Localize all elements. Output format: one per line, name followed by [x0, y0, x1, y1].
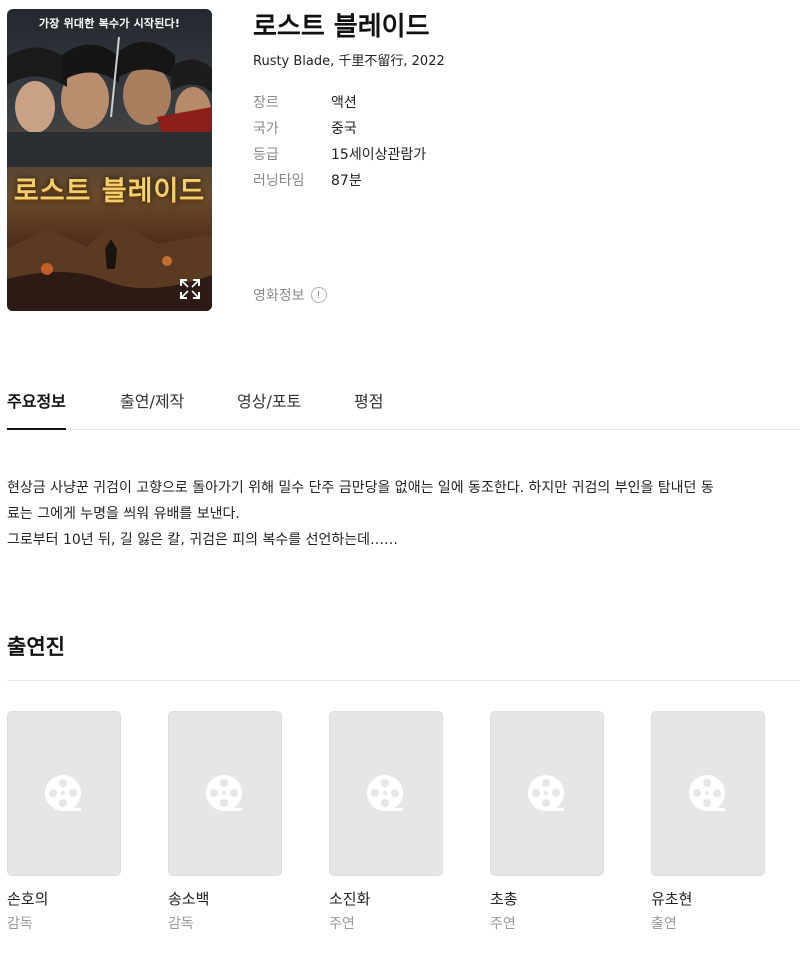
cast-role: 감독	[7, 916, 33, 932]
info-label: 국가	[253, 121, 279, 137]
film-reel-icon	[206, 774, 242, 811]
cast-name[interactable]: 송소백	[168, 888, 282, 909]
info-label: 장르	[253, 95, 279, 111]
info-label: 등급	[253, 147, 279, 163]
cast-photo-placeholder[interactable]	[7, 711, 121, 876]
info-value: 중국	[331, 121, 357, 137]
cast-name[interactable]: 초총	[490, 888, 604, 909]
cast-list: 손호의 감독 송소백 감독 소진화 주연 초총 주연 유초현 출연	[7, 711, 765, 933]
movie-info-label: 영화정보	[253, 288, 305, 304]
movie-subtitle: Rusty Blade, 千里不留行, 2022	[253, 54, 445, 69]
poster-tagline: 가장 위대한 복수가 시작된다!	[38, 17, 181, 30]
info-value: 액션	[331, 95, 357, 111]
cast-photo-placeholder[interactable]	[490, 711, 604, 876]
poster-title-art: 로스트 블레이드	[13, 176, 206, 207]
cast-photo-placeholder[interactable]	[651, 711, 765, 876]
synopsis-line: 그로부터 10년 뒤, 길 잃은 칼, 귀검은 피의 복수를 선언하는데……	[7, 532, 399, 548]
tab-cast-crew[interactable]: 출연/제작	[120, 388, 184, 428]
info-row-genre: 장르 액션	[253, 89, 426, 115]
cast-card[interactable]: 초총 주연	[490, 711, 604, 933]
tab-bar: 주요정보 출연/제작 영상/포토 평점	[7, 376, 800, 430]
info-value: 87분	[331, 173, 362, 189]
cast-card[interactable]: 유초현 출연	[651, 711, 765, 933]
movie-info-list: 장르 액션 국가 중국 등급 15세이상관람가 러닝타임 87분	[253, 89, 426, 193]
movie-info-link[interactable]: 영화정보 !	[253, 285, 327, 305]
synopsis-line: 료는 그에게 누명을 씌워 유배를 보낸다.	[7, 506, 240, 522]
info-row-country: 국가 중국	[253, 115, 426, 141]
cast-photo-placeholder[interactable]	[168, 711, 282, 876]
tab-main-info[interactable]: 주요정보	[7, 388, 66, 430]
info-row-runtime: 러닝타임 87분	[253, 167, 426, 193]
cast-photo-placeholder[interactable]	[329, 711, 443, 876]
tab-video-photo[interactable]: 영상/포토	[237, 388, 301, 428]
cast-role: 출연	[651, 916, 677, 932]
info-icon[interactable]: !	[310, 287, 327, 303]
synopsis-line: 현상금 사냥꾼 귀검이 고향으로 돌아가기 위해 밀수 단주 금만당을 없애는 …	[7, 480, 714, 496]
movie-poster[interactable]: 가장 위대한 복수가 시작된다! 로스트 블레이드	[7, 9, 212, 311]
cast-role: 주연	[490, 916, 516, 932]
film-reel-icon	[367, 774, 403, 811]
cast-card[interactable]: 손호의 감독	[7, 711, 121, 933]
cast-role: 주연	[329, 916, 355, 932]
film-reel-icon	[528, 774, 564, 811]
info-row-rating: 등급 15세이상관람가	[253, 141, 426, 167]
film-reel-icon	[689, 774, 725, 811]
cast-heading: 출연진	[7, 635, 65, 659]
divider	[7, 680, 800, 681]
cast-card[interactable]: 소진화 주연	[329, 711, 443, 933]
info-label: 러닝타임	[253, 173, 305, 189]
poster-artwork	[7, 37, 212, 167]
info-value: 15세이상관람가	[331, 147, 427, 163]
movie-title: 로스트 블레이드	[253, 12, 430, 42]
cast-name[interactable]: 유초현	[651, 888, 765, 909]
cast-role: 감독	[168, 916, 194, 932]
expand-icon[interactable]	[178, 277, 202, 301]
cast-name[interactable]: 소진화	[329, 888, 443, 909]
cast-name[interactable]: 손호의	[7, 888, 121, 909]
tab-reviews[interactable]: 평점	[354, 388, 383, 428]
film-reel-icon	[45, 774, 81, 811]
synopsis: 현상금 사냥꾼 귀검이 고향으로 돌아가기 위해 밀수 단주 금만당을 없애는 …	[7, 475, 797, 553]
cast-card[interactable]: 송소백 감독	[168, 711, 282, 933]
